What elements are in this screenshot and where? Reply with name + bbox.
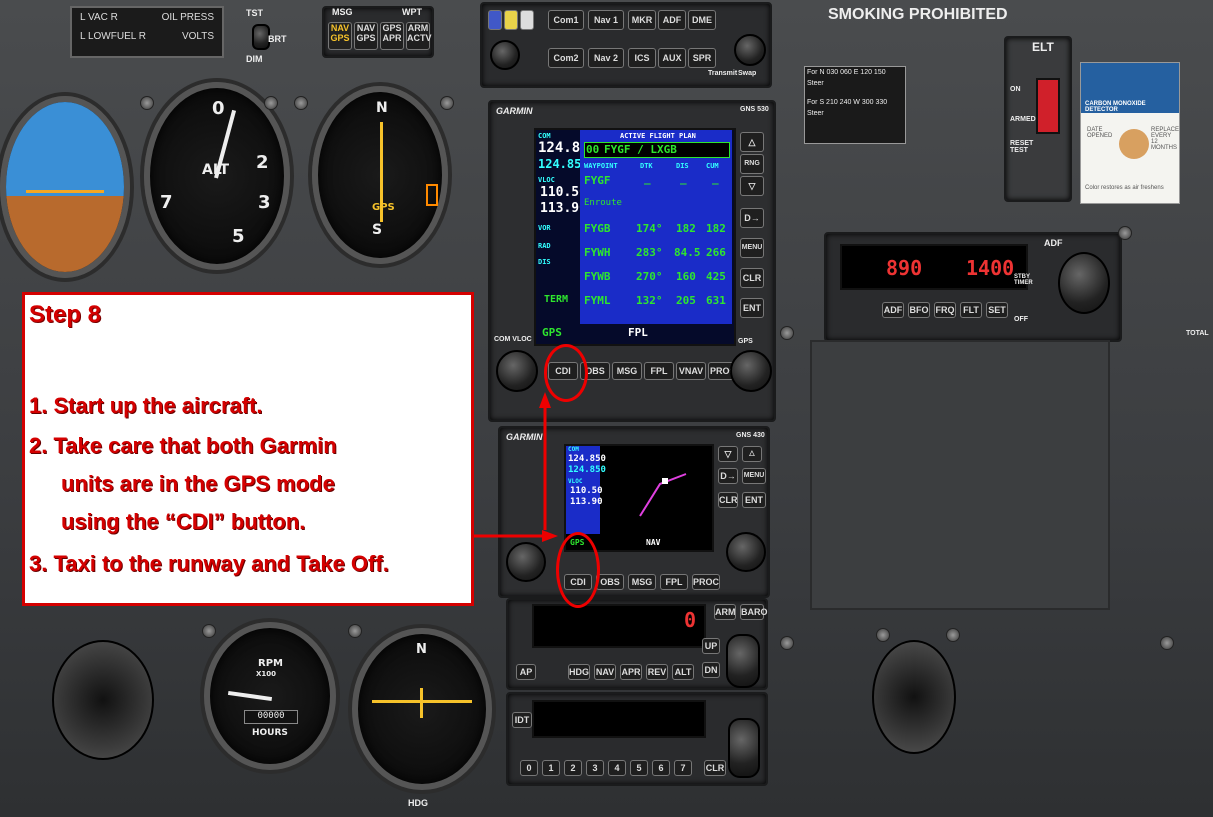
callout-step-1: 1. Start up the aircraft. bbox=[29, 393, 263, 418]
callout-title: Step 8 bbox=[29, 301, 102, 328]
callout-step-2-cont-b: using the “CDI” button. bbox=[61, 509, 306, 534]
callout-step-3: 3. Taxi to the runway and Take Off. bbox=[29, 551, 389, 576]
callout-step-2-cont-a: units are in the GPS mode bbox=[61, 471, 335, 496]
callout-step-2: 2. Take care that both Garmin bbox=[29, 433, 337, 458]
instruction-callout: Step 8 1. Start up the aircraft. 2. Take… bbox=[22, 292, 474, 606]
